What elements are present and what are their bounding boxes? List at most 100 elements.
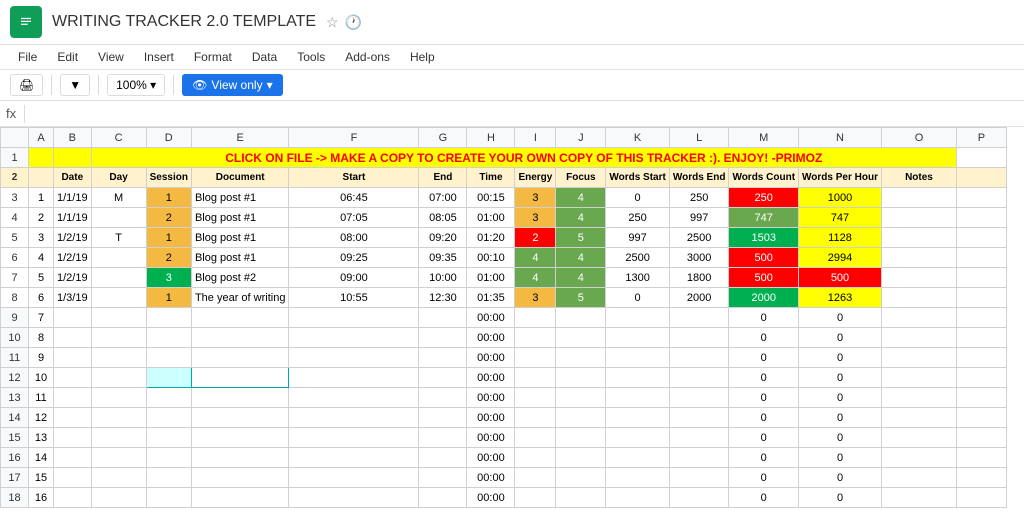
cell-m7[interactable]: 500 [729, 268, 799, 288]
cell-f7[interactable]: 09:00 [289, 268, 419, 288]
cell-l5[interactable]: 2500 [669, 228, 729, 248]
cell-f6[interactable]: 09:25 [289, 248, 419, 268]
cell-d5[interactable]: 1 [146, 228, 191, 248]
cell-h4[interactable]: 01:00 [467, 208, 515, 228]
cell-b3[interactable]: 1/1/19 [54, 188, 92, 208]
col-header-e[interactable]: E [191, 128, 288, 148]
cell-m4[interactable]: 747 [729, 208, 799, 228]
cell-f4[interactable]: 07:05 [289, 208, 419, 228]
cell-k4[interactable]: 250 [606, 208, 670, 228]
cell-a8[interactable]: 6 [29, 288, 54, 308]
cell-p9[interactable] [956, 308, 1006, 328]
col-header-o[interactable]: O [881, 128, 956, 148]
cell-m8[interactable]: 2000 [729, 288, 799, 308]
cell-h3[interactable]: 00:15 [467, 188, 515, 208]
formula-input[interactable] [33, 107, 1018, 121]
cell-c7[interactable] [91, 268, 146, 288]
cell-a7[interactable]: 5 [29, 268, 54, 288]
cell-b5[interactable]: 1/2/19 [54, 228, 92, 248]
cell-m5[interactable]: 1503 [729, 228, 799, 248]
banner-text-cell[interactable]: CLICK ON FILE -> MAKE A COPY TO CREATE Y… [91, 148, 956, 168]
menu-edit[interactable]: Edit [49, 47, 86, 67]
cell-f8[interactable]: 10:55 [289, 288, 419, 308]
cell-a1[interactable] [29, 148, 54, 168]
menu-data[interactable]: Data [244, 47, 285, 67]
cell-o8[interactable] [881, 288, 956, 308]
cell-g4[interactable]: 08:05 [419, 208, 467, 228]
cell-l9[interactable] [669, 308, 729, 328]
cell-d6[interactable]: 2 [146, 248, 191, 268]
cell-h9[interactable]: 00:00 [467, 308, 515, 328]
cell-i6[interactable]: 4 [515, 248, 556, 268]
col-header-i[interactable]: I [515, 128, 556, 148]
cell-c4[interactable] [91, 208, 146, 228]
cell-i8[interactable]: 3 [515, 288, 556, 308]
col-header-f[interactable]: F [289, 128, 419, 148]
title-actions[interactable]: ☆ 🕐 [326, 14, 362, 31]
cell-a9[interactable]: 7 [29, 308, 54, 328]
cell-e9[interactable] [191, 308, 288, 328]
menu-help[interactable]: Help [402, 47, 443, 67]
cell-j5[interactable]: 5 [556, 228, 606, 248]
cell-o9[interactable] [881, 308, 956, 328]
col-header-m[interactable]: M [729, 128, 799, 148]
cell-l7[interactable]: 1800 [669, 268, 729, 288]
cell-h8[interactable]: 01:35 [467, 288, 515, 308]
cell-p8[interactable] [956, 288, 1006, 308]
cell-c8[interactable] [91, 288, 146, 308]
cell-i4[interactable]: 3 [515, 208, 556, 228]
col-header-g[interactable]: G [419, 128, 467, 148]
menu-insert[interactable]: Insert [136, 47, 182, 67]
view-only-button[interactable]: 👁 View only ▾ [182, 74, 282, 96]
cell-d7[interactable]: 3 [146, 268, 191, 288]
cell-j8[interactable]: 5 [556, 288, 606, 308]
cell-a4[interactable]: 2 [29, 208, 54, 228]
cell-l3[interactable]: 250 [669, 188, 729, 208]
cell-o7[interactable] [881, 268, 956, 288]
cell-n3[interactable]: 1000 [799, 188, 882, 208]
cell-d4[interactable]: 2 [146, 208, 191, 228]
cell-j6[interactable]: 4 [556, 248, 606, 268]
cell-n7[interactable]: 500 [799, 268, 882, 288]
cell-g5[interactable]: 09:20 [419, 228, 467, 248]
cell-p5[interactable] [956, 228, 1006, 248]
menu-addons[interactable]: Add-ons [337, 47, 398, 67]
cell-k3[interactable]: 0 [606, 188, 670, 208]
cell-j7[interactable]: 4 [556, 268, 606, 288]
cell-g7[interactable]: 10:00 [419, 268, 467, 288]
col-header-l[interactable]: L [669, 128, 729, 148]
cell-d9[interactable] [146, 308, 191, 328]
cell-a5[interactable]: 3 [29, 228, 54, 248]
cell-h5[interactable]: 01:20 [467, 228, 515, 248]
cell-n9[interactable]: 0 [799, 308, 882, 328]
cell-n8[interactable]: 1263 [799, 288, 882, 308]
cell-e4[interactable]: Blog post #1 [191, 208, 288, 228]
cell-g3[interactable]: 07:00 [419, 188, 467, 208]
col-header-a[interactable]: A [29, 128, 54, 148]
col-header-j[interactable]: J [556, 128, 606, 148]
cell-b1[interactable] [54, 148, 92, 168]
cell-p3[interactable] [956, 188, 1006, 208]
cell-b6[interactable]: 1/2/19 [54, 248, 92, 268]
cell-f9[interactable] [289, 308, 419, 328]
menu-format[interactable]: Format [186, 47, 240, 67]
cell-m3[interactable]: 250 [729, 188, 799, 208]
cell-p1[interactable] [956, 148, 1006, 168]
cell-c9[interactable] [91, 308, 146, 328]
cell-a6[interactable]: 4 [29, 248, 54, 268]
cell-k7[interactable]: 1300 [606, 268, 670, 288]
cell-l8[interactable]: 2000 [669, 288, 729, 308]
cell-o6[interactable] [881, 248, 956, 268]
filter-button[interactable]: ▼ [60, 74, 90, 96]
cell-e5[interactable]: Blog post #1 [191, 228, 288, 248]
cell-k5[interactable]: 997 [606, 228, 670, 248]
cell-j4[interactable]: 4 [556, 208, 606, 228]
col-header-k[interactable]: K [606, 128, 670, 148]
cell-p4[interactable] [956, 208, 1006, 228]
col-header-h[interactable]: H [467, 128, 515, 148]
col-header-p[interactable]: P [956, 128, 1006, 148]
cell-b4[interactable]: 1/1/19 [54, 208, 92, 228]
cell-g6[interactable]: 09:35 [419, 248, 467, 268]
star-icon[interactable]: ☆ [326, 14, 339, 31]
cell-n4[interactable]: 747 [799, 208, 882, 228]
